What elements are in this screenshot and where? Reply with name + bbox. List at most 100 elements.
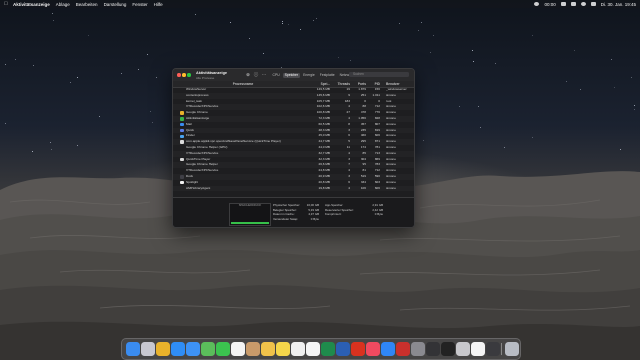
star-dot [137, 69, 139, 70]
chrome-icon[interactable] [156, 342, 170, 356]
acrobat-icon[interactable] [351, 342, 365, 356]
finder-icon[interactable] [126, 342, 140, 356]
info-icon[interactable]: ⓘ [253, 72, 259, 77]
star-dot [458, 105, 460, 107]
stop-process-icon[interactable]: ⊗ [245, 72, 251, 77]
wifi-icon[interactable] [570, 2, 576, 6]
menu-fenster[interactable]: Fenster [132, 2, 147, 7]
contacts-icon[interactable] [246, 342, 260, 356]
appstore-icon[interactable] [381, 342, 395, 356]
star-dot [633, 105, 635, 107]
star-dot [316, 17, 318, 19]
star-dot [420, 21, 422, 23]
menu-hilfe[interactable]: Hilfe [154, 2, 163, 7]
maps-icon[interactable] [201, 342, 215, 356]
star-dot [417, 30, 419, 32]
battery-icon[interactable] [560, 2, 566, 6]
terminal-icon[interactable] [441, 342, 455, 356]
apple-menu-icon[interactable]:  [4, 1, 9, 7]
calendar-icon[interactable] [231, 342, 245, 356]
star-dot [630, 76, 632, 78]
star-dot [422, 140, 424, 142]
star-dot [480, 127, 482, 129]
star-dot [611, 58, 613, 60]
star-dot [77, 76, 79, 78]
star-dot [565, 80, 567, 82]
star-dot [156, 76, 158, 78]
launchpad-icon[interactable] [141, 342, 155, 356]
font-book-icon[interactable] [471, 342, 485, 356]
memory-cell: 19,8 MB [318, 185, 330, 190]
activity-monitor-window: Aktivitätsanzeige Alle Prozesse ⊗ ⓘ ⋯ CP… [172, 68, 415, 228]
star-dot [531, 136, 533, 138]
window-subtitle[interactable]: Alle Prozesse [196, 76, 214, 80]
quicktime-icon[interactable] [486, 342, 500, 356]
memory-footer: SPEICHERDRUCK Physischer Speicher: 16,00 … [173, 197, 414, 227]
memory-stat-label: Reservierter Speicher: [325, 207, 354, 212]
star-dot [4, 64, 6, 65]
star-dot [433, 35, 435, 37]
star-dot [53, 20, 54, 22]
star-dot [15, 58, 17, 60]
star-dot [282, 23, 284, 25]
search-input[interactable]: Suchen [349, 72, 409, 77]
system-settings-icon[interactable] [411, 342, 425, 356]
star-dot [150, 110, 152, 112]
tab-speicher[interactable]: Speicher [283, 72, 300, 78]
freeform-icon[interactable] [306, 342, 320, 356]
screenshot-icon[interactable] [456, 342, 470, 356]
window-title: Aktivitätsanzeige [196, 71, 228, 75]
minimize-window-button[interactable] [182, 73, 186, 77]
tab-energie[interactable]: Energie [302, 73, 317, 78]
memory-stat: Verwendeter Swap: 0 Byte [273, 217, 319, 222]
safari-icon[interactable] [171, 342, 185, 356]
zoom-window-button[interactable] [187, 73, 191, 77]
battery-time[interactable]: 00:00 [544, 2, 555, 7]
tab-festplatte[interactable]: Festplatte [318, 73, 336, 78]
spotlight-search-icon[interactable] [580, 2, 586, 6]
photo-booth-icon[interactable] [396, 342, 410, 356]
more-actions-icon[interactable]: ⋯ [261, 72, 267, 77]
menu-bearbeiten[interactable]: Bearbeiten [76, 2, 98, 7]
music-icon[interactable] [366, 342, 380, 356]
trash-icon[interactable] [505, 342, 519, 356]
mail-icon[interactable] [186, 342, 200, 356]
memory-stat-value: 0 Byte [310, 216, 319, 221]
memory-pressure-title: SPEICHERDRUCK [238, 204, 262, 207]
reminders-icon[interactable] [291, 342, 305, 356]
star-dot [494, 62, 496, 64]
star-dot [121, 72, 123, 74]
star-dot [249, 37, 250, 39]
dock-separator [501, 343, 502, 355]
menu-app-name[interactable]: Aktivitätsanzeige [13, 2, 50, 7]
menu-ablage[interactable]: Ablage [56, 2, 70, 7]
star-dot [33, 65, 35, 67]
pid-cell: 606 [374, 185, 380, 190]
star-dot [399, 23, 401, 24]
memory-stats-left: Physischer Speicher: 16,00 GB Belegter Spe… [273, 203, 319, 221]
tab-bar: CPU Speicher Energie Festplatte Netzwerk [271, 72, 355, 78]
memory-stat-label: Verwendeter Swap: [273, 216, 299, 221]
table-row[interactable]: AMPLibraryAgent 19,8 MB 4 106 606 simone [173, 185, 414, 192]
notes-icon[interactable] [276, 342, 290, 356]
word-icon[interactable] [336, 342, 350, 356]
screen-recording-icon[interactable] [534, 2, 540, 6]
activity-monitor-icon[interactable] [426, 342, 440, 356]
star-dot [281, 21, 283, 23]
star-dot [337, 57, 339, 59]
close-window-button[interactable] [177, 73, 181, 77]
menu-clock[interactable]: Di. 30. Jan. 19:45 [601, 2, 636, 7]
star-dot [503, 147, 505, 149]
photos-icon[interactable] [261, 342, 275, 356]
facetime-icon[interactable] [216, 342, 230, 356]
tab-cpu[interactable]: CPU [271, 73, 281, 78]
menu-bar:  Aktivitätsanzeige Ablage Bearbeiten Da… [0, 0, 640, 8]
memory-stat-label: Belegter Speicher: [273, 207, 297, 212]
threads-cell: 4 [348, 185, 350, 190]
control-center-icon[interactable] [590, 2, 596, 6]
excel-icon[interactable] [321, 342, 335, 356]
star-dot [52, 13, 54, 15]
star-dot [288, 23, 290, 25]
star-dot [350, 59, 352, 61]
menu-darstellung[interactable]: Darstellung [104, 2, 127, 7]
